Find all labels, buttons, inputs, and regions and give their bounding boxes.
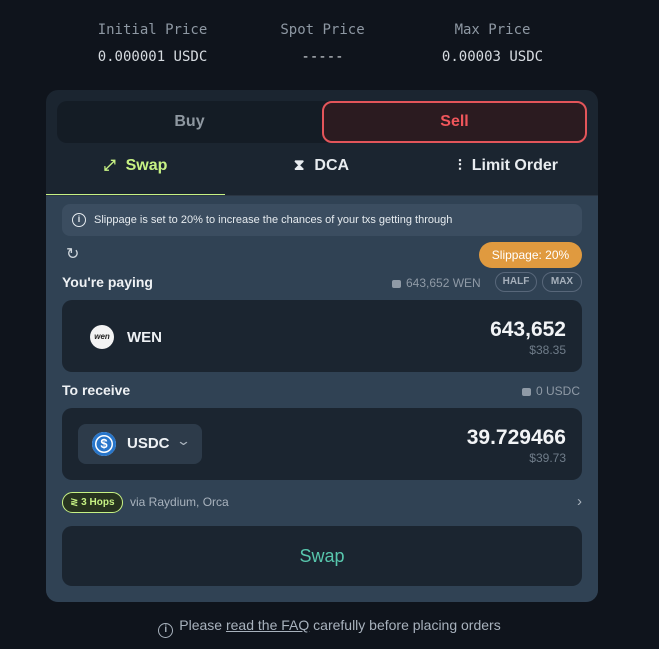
tab-dca-label: DCA	[314, 157, 350, 174]
spot-price-value: -----	[301, 49, 344, 65]
sell-button[interactable]: Sell	[322, 101, 587, 143]
buy-button[interactable]: Buy	[57, 101, 322, 143]
route-info[interactable]: ≷ 3 Hops via Raydium, Orca ›	[62, 492, 582, 514]
tab-swap[interactable]: ⤢ Swap	[46, 148, 225, 196]
faq-post: carefully before placing orders	[313, 617, 501, 633]
max-price-label: Max Price	[454, 22, 531, 38]
candlestick-icon: ⫶	[458, 157, 462, 174]
max-price-value: 0.00003 USDC	[441, 49, 544, 65]
receive-balance-value: 0 USDC	[536, 384, 581, 398]
wallet-icon	[522, 387, 531, 396]
swap-arrows-icon: ⤢	[103, 157, 116, 174]
usdc-token-icon: $	[92, 432, 116, 456]
slippage-notice-text: Slippage is set to 20% to increase the c…	[94, 214, 453, 226]
paying-input-box[interactable]: wen WEN 643,652 $38.35	[62, 300, 582, 372]
receive-usd-value: $39.73	[529, 451, 566, 465]
paying-label: You're paying	[62, 274, 153, 290]
buy-sell-toggle: Buy Sell	[57, 101, 587, 143]
initial-price-label: Initial Price	[97, 22, 208, 38]
hourglass-icon: ⧗	[293, 157, 305, 174]
receive-balance: 0 USDC	[522, 384, 580, 398]
slippage-notice: i Slippage is set to 20% to increase the…	[62, 204, 582, 236]
tab-dca[interactable]: ⧗ DCA	[225, 148, 418, 196]
faq-notice: i Please read the FAQ carefully before pl…	[0, 617, 659, 638]
receive-amount: 39.729466	[466, 426, 566, 449]
swap-button[interactable]: Swap	[62, 526, 582, 586]
receive-output-box: $ USDC ⌄ 39.729466 $39.73	[62, 408, 582, 480]
faq-pre: Please	[179, 617, 223, 633]
tab-swap-label: Swap	[125, 157, 168, 174]
tab-limit-order[interactable]: ⫶ Limit Order	[418, 148, 598, 196]
chevron-right-icon[interactable]: ›	[577, 493, 582, 510]
paying-usd-value: $38.35	[529, 343, 566, 357]
paying-amount-input[interactable]: 643,652	[490, 318, 566, 342]
tab-limit-order-label: Limit Order	[471, 157, 558, 174]
half-button[interactable]: HALF	[495, 272, 537, 292]
receive-token-select[interactable]: $ USDC ⌄	[78, 424, 202, 464]
price-summary: Initial Price 0.000001 USDC Spot Price -…	[0, 18, 659, 74]
trade-card: Buy Sell ⤢ Swap ⧗ DCA ⫶ Limit Order i Slipp…	[46, 90, 598, 602]
spot-price: Spot Price -----	[250, 18, 395, 72]
initial-price: Initial Price 0.000001 USDC	[80, 18, 225, 72]
faq-link[interactable]: read the FAQ	[226, 617, 309, 633]
refresh-icon[interactable]: ↻	[66, 244, 79, 264]
paying-balance-value: 643,652 WEN	[406, 276, 481, 290]
receive-label: To receive	[62, 382, 131, 398]
hops-badge: ≷ 3 Hops	[62, 492, 123, 513]
route-via: via Raydium, Orca	[130, 495, 229, 509]
spot-price-label: Spot Price	[280, 22, 365, 38]
paying-balance: 643,652 WEN	[392, 276, 481, 290]
route-icon: ≷	[70, 497, 82, 508]
info-icon: i	[158, 623, 174, 638]
mode-tabs: ⤢ Swap ⧗ DCA ⫶ Limit Order	[46, 148, 598, 196]
paying-token-name: WEN	[127, 329, 162, 346]
initial-price-value: 0.000001 USDC	[97, 49, 208, 65]
swap-panel: i Slippage is set to 20% to increase the…	[46, 196, 598, 602]
wallet-icon	[392, 279, 401, 288]
info-icon: i	[72, 213, 86, 227]
wen-token-icon: wen	[90, 325, 114, 349]
chevron-down-icon: ⌄	[175, 433, 192, 448]
max-price: Max Price 0.00003 USDC	[420, 18, 565, 72]
max-button[interactable]: MAX	[542, 272, 582, 292]
slippage-button[interactable]: Slippage: 20%	[479, 242, 582, 268]
hops-label: 3 Hops	[81, 497, 115, 508]
receive-token-name: USDC	[127, 435, 170, 452]
